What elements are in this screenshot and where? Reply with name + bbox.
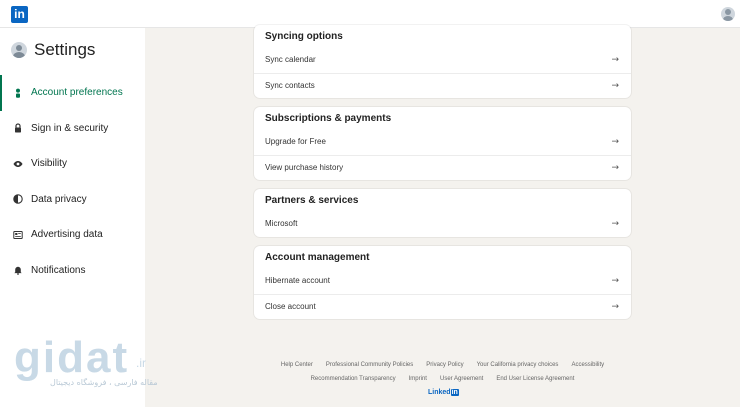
sync-calendar-row[interactable]: Sync calendar →: [254, 47, 631, 73]
page-title: Settings: [34, 40, 96, 59]
close-account-row[interactable]: Close account →: [254, 293, 631, 320]
row-label: Microsoft: [265, 219, 298, 229]
microsoft-row[interactable]: Microsoft →: [254, 211, 631, 237]
sidebar-item-label: Sign in & security: [31, 122, 109, 134]
bell-icon: [13, 265, 23, 276]
settings-header: Settings: [11, 40, 95, 60]
sidebar-item-label: Visibility: [31, 158, 67, 170]
section-title: Subscriptions & payments: [265, 112, 392, 124]
watermark-tagline: مقاله فارسی ، فروشگاه دیجیتال: [50, 378, 158, 387]
lock-icon: [13, 123, 23, 133]
footer-link-community-policies[interactable]: Professional Community Policies: [326, 362, 413, 368]
footer-link-california-privacy[interactable]: Your California privacy choices: [477, 362, 559, 368]
footer-links-row-1: Help Center Professional Community Polic…: [254, 358, 631, 372]
footer-link-user-agreement[interactable]: User Agreement: [440, 376, 483, 382]
section-title: Account management: [265, 251, 370, 263]
eye-icon: [13, 159, 23, 169]
watermark-logo-text: gidat: [14, 333, 130, 382]
row-label: View purchase history: [265, 163, 344, 173]
footer-link-imprint[interactable]: Imprint: [409, 376, 427, 382]
footer-link-accessibility[interactable]: Accessibility: [571, 362, 604, 368]
profile-avatar-icon[interactable]: [721, 7, 735, 21]
sidebar-item-data-privacy[interactable]: Data privacy: [0, 182, 145, 218]
footer-brand-text: Linked: [428, 389, 451, 396]
footer-brand-box: in: [450, 389, 459, 396]
partners-services-card: Partners & services Microsoft →: [254, 189, 631, 237]
shield-icon: [13, 194, 23, 204]
arrow-right-icon: →: [611, 54, 619, 65]
sidebar-item-notifications[interactable]: Notifications: [0, 253, 145, 289]
sidebar-item-label: Advertising data: [31, 229, 103, 241]
upgrade-for-free-row[interactable]: Upgrade for Free →: [254, 129, 631, 155]
sidebar-item-label: Notifications: [31, 264, 86, 276]
footer-links-row-2: Recommendation Transparency Imprint User…: [254, 372, 631, 386]
footer: Help Center Professional Community Polic…: [254, 358, 631, 396]
sidebar-item-account-preferences[interactable]: Account preferences: [0, 75, 145, 111]
hibernate-account-row[interactable]: Hibernate account →: [254, 268, 631, 294]
sidebar-item-advertising-data[interactable]: Advertising data: [0, 217, 145, 253]
section-title: Syncing options: [265, 30, 343, 42]
arrow-right-icon: →: [611, 275, 619, 286]
watermark-suffix: .ir: [136, 356, 146, 370]
row-label: Hibernate account: [265, 276, 330, 286]
footer-link-recommendation-transparency[interactable]: Recommendation Transparency: [311, 376, 396, 382]
syncing-options-card: Syncing options Sync calendar → Sync con…: [254, 25, 631, 98]
section-title: Partners & services: [265, 194, 359, 206]
footer-link-privacy-policy[interactable]: Privacy Policy: [426, 362, 463, 368]
newspaper-icon: [13, 230, 23, 240]
view-purchase-history-row[interactable]: View purchase history →: [254, 154, 631, 181]
row-label: Close account: [265, 302, 316, 312]
arrow-right-icon: →: [611, 162, 619, 173]
row-label: Upgrade for Free: [265, 137, 326, 147]
row-label: Sync contacts: [265, 81, 315, 91]
account-management-card: Account management Hibernate account → C…: [254, 246, 631, 319]
arrow-right-icon: →: [611, 218, 619, 229]
sidebar-item-label: Account preferences: [31, 87, 123, 99]
row-label: Sync calendar: [265, 55, 316, 65]
arrow-right-icon: →: [611, 301, 619, 312]
watermark: gidat .ir مقاله فارسی ، فروشگاه دیجیتال: [14, 333, 158, 388]
avatar-icon[interactable]: [11, 42, 27, 58]
person-icon: [13, 88, 23, 98]
arrow-right-icon: →: [611, 80, 619, 91]
sidebar-item-label: Data privacy: [31, 193, 87, 205]
footer-link-eula[interactable]: End User License Agreement: [496, 376, 574, 382]
sync-contacts-row[interactable]: Sync contacts →: [254, 72, 631, 99]
footer-link-help-center[interactable]: Help Center: [281, 362, 313, 368]
sidebar-item-visibility[interactable]: Visibility: [0, 146, 145, 182]
top-bar: in: [0, 0, 740, 28]
sidebar-item-sign-in-security[interactable]: Sign in & security: [0, 111, 145, 147]
footer-linkedin-logo: Linkedin: [428, 389, 459, 396]
arrow-right-icon: →: [611, 136, 619, 147]
subscriptions-payments-card: Subscriptions & payments Upgrade for Fre…: [254, 107, 631, 180]
linkedin-logo[interactable]: in: [11, 6, 28, 23]
settings-nav: Account preferences Sign in & security V…: [0, 75, 145, 288]
